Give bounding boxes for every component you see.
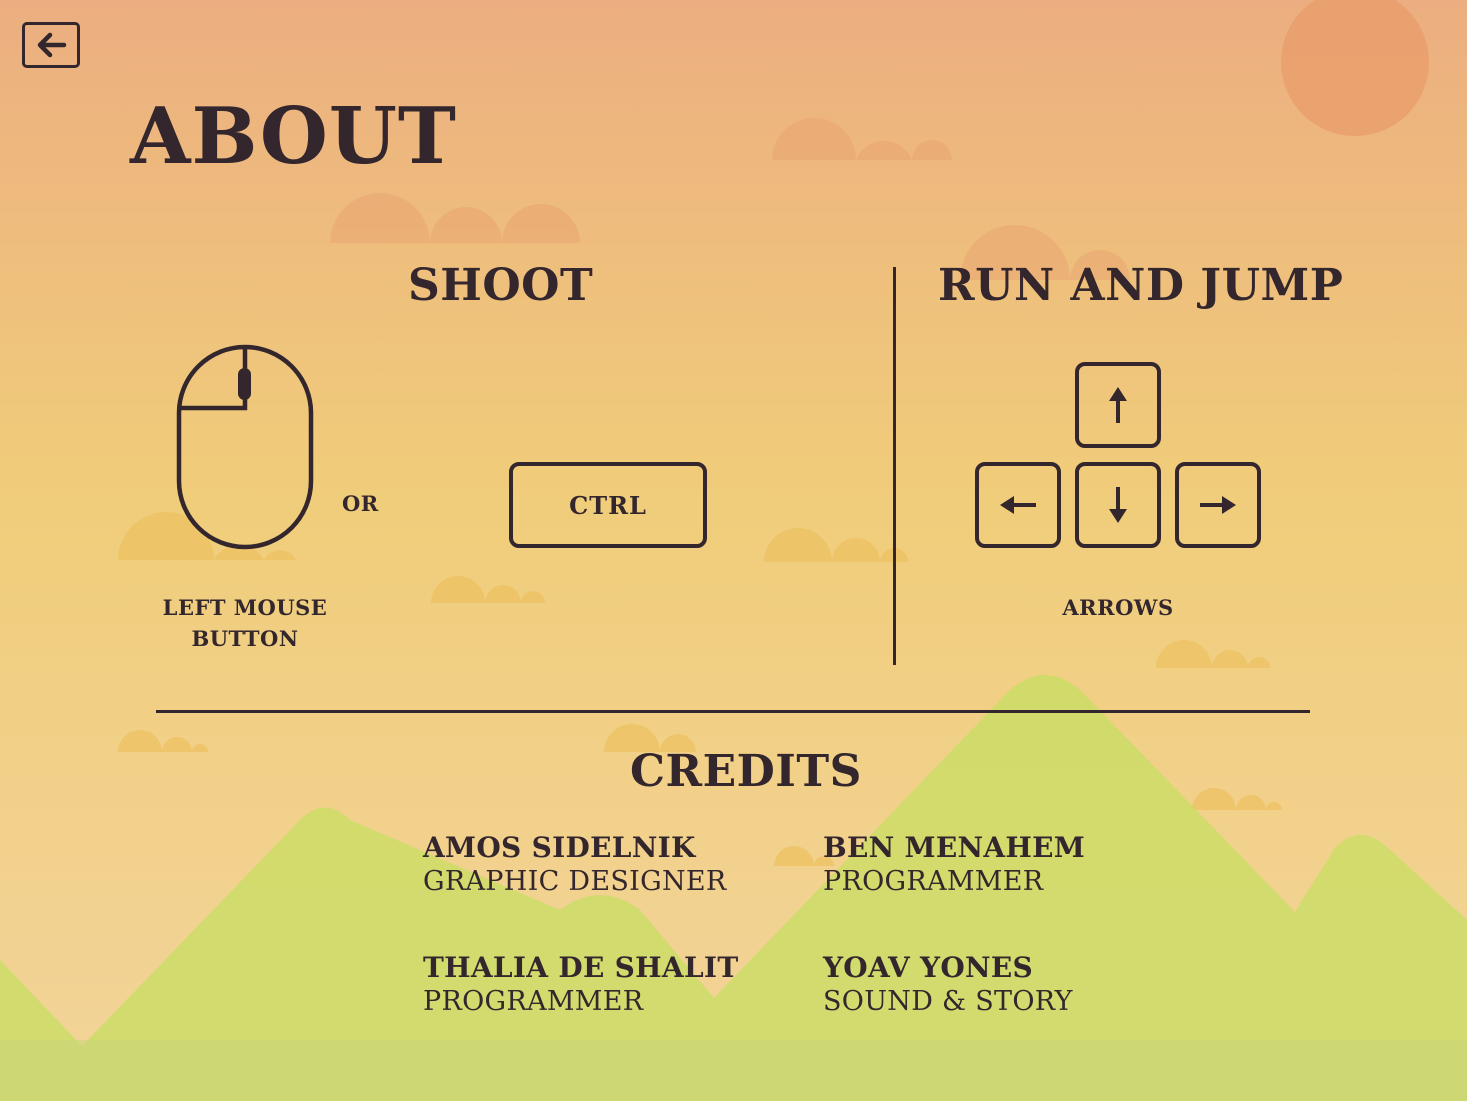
arrow-right-icon — [1200, 496, 1236, 514]
credit-entry: BEN MENAHEM PROGRAMMER — [823, 832, 1085, 900]
about-screen: ABOUT SHOOT OR CTRL LEFT MOUSE BUTTON RU… — [0, 0, 1467, 1101]
shoot-title: SHOOT — [408, 260, 594, 311]
page-title: ABOUT — [130, 91, 457, 182]
mouse-label-line1: LEFT MOUSE — [162, 595, 328, 620]
credit-entry: YOAV YONES SOUND & STORY — [823, 952, 1073, 1020]
mouse-icon — [176, 344, 314, 550]
arrows-label: ARROWS — [1062, 595, 1174, 620]
arrow-left-icon — [1000, 496, 1036, 514]
arrow-down-icon — [1109, 487, 1127, 523]
mouse-label: LEFT MOUSE BUTTON — [145, 592, 345, 654]
credit-role: SOUND & STORY — [823, 986, 1073, 1017]
or-label: OR — [342, 491, 379, 516]
run-jump-title: RUN AND JUMP — [938, 260, 1344, 311]
ctrl-key-label: CTRL — [569, 490, 647, 520]
credit-name: BEN MENAHEM — [823, 831, 1086, 864]
up-arrow-key — [1075, 362, 1161, 448]
arrow-up-icon — [1109, 387, 1127, 423]
credit-entry: THALIA DE SHALIT PROGRAMMER — [423, 952, 738, 1020]
back-button[interactable] — [22, 22, 80, 68]
credit-role: PROGRAMMER — [823, 866, 1044, 897]
arrow-left-icon — [37, 32, 67, 58]
credits-divider — [156, 710, 1310, 713]
credits-title: CREDITS — [630, 746, 862, 797]
credit-name: AMOS SIDELNIK — [423, 831, 696, 864]
credit-role: GRAPHIC DESIGNER — [423, 866, 727, 897]
credit-name: THALIA DE SHALIT — [423, 951, 739, 984]
mouse-label-line2: BUTTON — [191, 626, 299, 651]
down-arrow-key — [1075, 462, 1161, 548]
credit-entry: AMOS SIDELNIK GRAPHIC DESIGNER — [423, 832, 727, 900]
right-arrow-key — [1175, 462, 1261, 548]
left-arrow-key — [975, 462, 1061, 548]
credit-name: YOAV YONES — [823, 951, 1034, 984]
ctrl-key: CTRL — [509, 462, 707, 548]
section-divider — [893, 267, 896, 665]
credit-role: PROGRAMMER — [423, 986, 644, 1017]
